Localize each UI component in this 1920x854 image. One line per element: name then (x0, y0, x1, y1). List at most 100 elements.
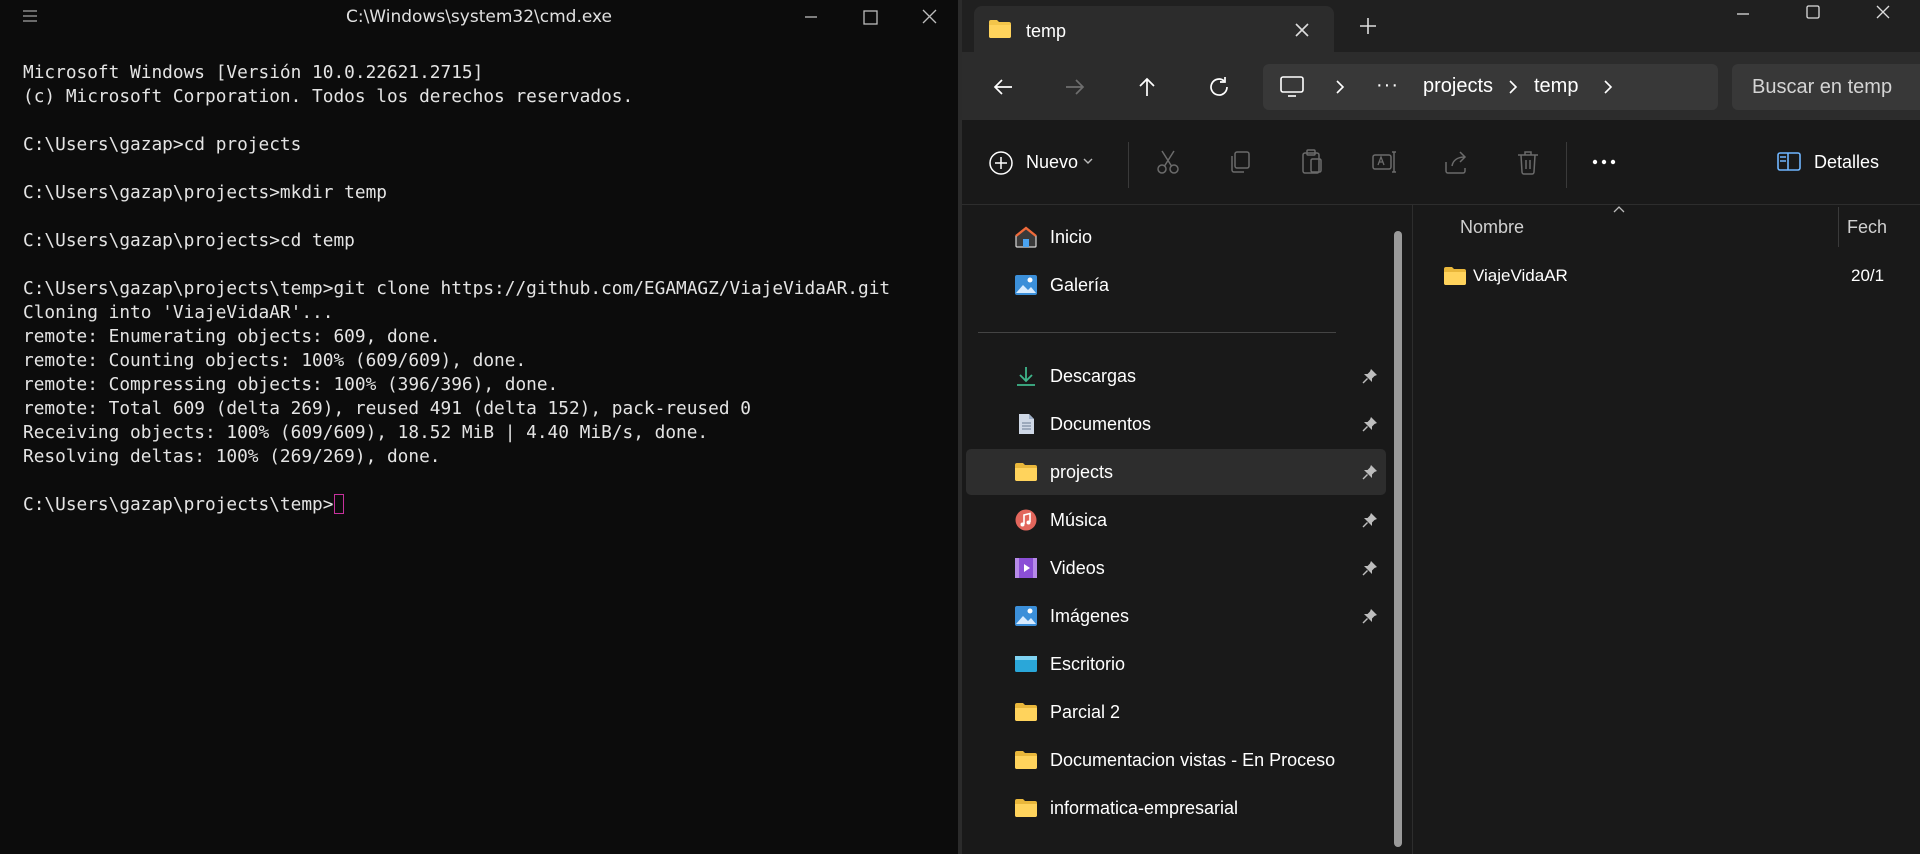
new-button-label: Nuevo (1026, 152, 1079, 172)
pin-icon (1362, 608, 1378, 624)
close-icon[interactable] (915, 5, 943, 29)
chevron-right-icon[interactable] (1601, 79, 1615, 95)
sidebar-item-projects[interactable]: projects (966, 449, 1386, 495)
tab-temp[interactable]: temp (974, 6, 1334, 52)
command-toolbar: Nuevo Detalles (962, 120, 1920, 205)
chevron-right-icon[interactable] (1333, 79, 1347, 95)
details-button-label: Detalles (1814, 152, 1880, 172)
rename-icon[interactable] (1370, 148, 1398, 176)
breadcrumb-temp[interactable]: temp (1534, 75, 1578, 98)
up-arrow-icon[interactable] (1132, 72, 1162, 102)
cmd-line: C:\Users\gazap\projects\temp>git clone h… (23, 278, 891, 299)
pin-icon (1362, 512, 1378, 528)
sidebar-scrollbar[interactable] (1394, 231, 1402, 847)
column-header-name[interactable]: Nombre (1460, 217, 1524, 238)
copy-icon[interactable] (1226, 148, 1254, 176)
sidebar-item-parcial-2[interactable]: Parcial 2 (966, 689, 1386, 735)
sidebar-item-documentacion-vistas[interactable]: Documentacion vistas - En Proceso (966, 737, 1386, 783)
cmd-line: remote: Total 609 (delta 269), reused 49… (23, 398, 751, 419)
folder-icon (1014, 461, 1037, 483)
sidebar-item-descargas[interactable]: Descargas (966, 353, 1386, 399)
new-tab-icon[interactable] (1356, 14, 1380, 38)
text-cursor (334, 494, 345, 514)
list-item[interactable]: ViajeVidaAR 20/1 (1433, 257, 1920, 295)
address-bar[interactable]: ··· projects temp (1263, 64, 1718, 110)
sidebar-item-label: Imágenes (1050, 606, 1130, 626)
music-icon (1014, 509, 1037, 531)
file-name: ViajeVidaAR (1473, 266, 1568, 285)
tab-bar: temp (962, 0, 1920, 52)
cmd-line: C:\Users\gazap\projects>cd temp (23, 230, 355, 251)
chevron-right-icon[interactable] (1506, 79, 1520, 95)
chevron-down-icon (1082, 156, 1094, 166)
close-tab-icon[interactable] (1291, 19, 1313, 41)
sidebar-item-label: Videos (1050, 558, 1105, 578)
cut-icon[interactable] (1154, 148, 1182, 176)
cmd-output[interactable]: Microsoft Windows [Versión 10.0.22621.27… (23, 61, 948, 517)
sidebar-item-label: projects (1050, 462, 1114, 482)
sidebar-item-musica[interactable]: Música (966, 497, 1386, 543)
desktop-icon (1014, 653, 1037, 675)
sidebar-item-label: Escritorio (1050, 654, 1126, 674)
folder-icon (1014, 797, 1037, 819)
navigation-pane: Inicio Galería Descargas Documentos proj… (962, 205, 1413, 854)
sidebar-item-informatica-empresarial[interactable]: informatica-empresarial (966, 785, 1386, 831)
cmd-line (23, 253, 948, 277)
column-separator[interactable] (1838, 207, 1839, 247)
sidebar-item-label: Descargas (1050, 366, 1137, 386)
cmd-line: Receiving objects: 100% (609/609), 18.52… (23, 422, 709, 443)
close-icon[interactable] (1858, 0, 1908, 30)
sidebar-item-label: Documentos (1050, 414, 1152, 434)
folder-icon (1443, 265, 1467, 287)
pictures-icon (1014, 605, 1037, 627)
details-button[interactable]: Detalles (1776, 148, 1916, 178)
sidebar-separator (978, 332, 1336, 333)
home-icon (1014, 226, 1037, 248)
maximize-icon[interactable] (1788, 0, 1838, 30)
folder-icon (1014, 749, 1037, 771)
sidebar-item-videos[interactable]: Videos (966, 545, 1386, 591)
sidebar-item-escritorio[interactable]: Escritorio (966, 641, 1386, 687)
back-arrow-icon[interactable] (988, 72, 1018, 102)
folder-icon (1014, 701, 1037, 723)
cmd-line: (c) Microsoft Corporation. Todos los der… (23, 86, 634, 107)
cmd-line (23, 109, 948, 133)
minimize-icon[interactable] (1718, 0, 1768, 30)
maximize-icon[interactable] (856, 5, 884, 29)
cmd-line: remote: Compressing objects: 100% (396/3… (23, 374, 559, 395)
navigation-bar: ··· projects temp Buscar en temp (962, 52, 1920, 120)
pin-icon (1362, 368, 1378, 384)
share-icon[interactable] (1442, 148, 1470, 176)
breadcrumb-projects[interactable]: projects (1423, 75, 1493, 98)
sidebar-item-inicio[interactable]: Inicio (966, 214, 1386, 260)
sidebar-item-label: Música (1050, 510, 1108, 530)
new-button[interactable]: Nuevo (988, 148, 1098, 178)
sidebar-item-imagenes[interactable]: Imágenes (966, 593, 1386, 639)
refresh-icon[interactable] (1204, 72, 1234, 102)
column-header-date[interactable]: Fech (1847, 217, 1887, 238)
gallery-icon (1014, 274, 1037, 296)
sidebar-item-label: informatica-empresarial (1050, 798, 1239, 818)
sort-ascending-icon (1612, 205, 1626, 215)
sidebar-item-documentos[interactable]: Documentos (966, 401, 1386, 447)
download-icon (1014, 365, 1036, 387)
cmd-prompt-line[interactable]: C:\Users\gazap\projects\temp> (23, 493, 948, 517)
path-overflow[interactable]: ··· (1376, 74, 1399, 97)
cmd-line: C:\Users\gazap\projects>mkdir temp (23, 182, 387, 203)
file-list: Nombre Fech ViajeVidaAR 20/1 (1413, 205, 1920, 854)
forward-arrow-icon[interactable] (1060, 72, 1090, 102)
sidebar-item-label: Documentacion vistas - En Proceso (1050, 750, 1336, 770)
delete-icon[interactable] (1514, 148, 1542, 176)
toolbar-separator (1128, 142, 1129, 188)
search-box[interactable]: Buscar en temp (1732, 64, 1920, 110)
cmd-titlebar[interactable]: C:\Windows\system32\cmd.exe (0, 0, 958, 34)
more-icon[interactable] (1590, 148, 1618, 176)
paste-icon[interactable] (1298, 148, 1326, 176)
toolbar-separator (1566, 142, 1567, 188)
computer-icon[interactable] (1279, 75, 1305, 99)
details-pane-icon (1776, 151, 1802, 173)
sidebar-item-label: Inicio (1050, 227, 1093, 247)
minimize-icon[interactable] (797, 5, 825, 29)
sidebar-item-galeria[interactable]: Galería (966, 262, 1386, 308)
cmd-line (23, 157, 948, 181)
